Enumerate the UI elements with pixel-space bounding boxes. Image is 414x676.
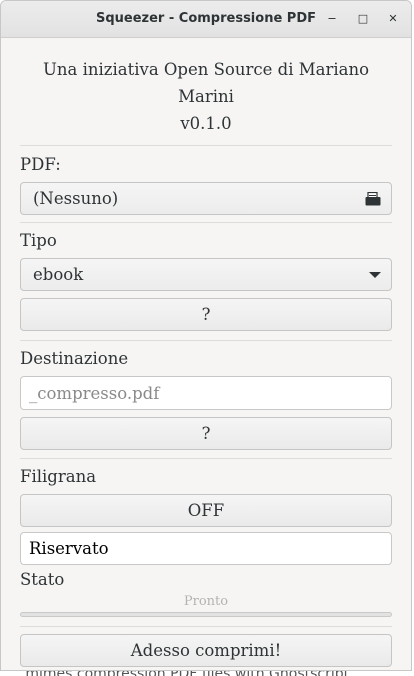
open-file-icon bbox=[365, 183, 381, 214]
version-text: v0.1.0 bbox=[180, 114, 232, 133]
main-content: Una iniziativa Open Source di Mariano Ma… bbox=[1, 38, 411, 670]
filigrana-text-input[interactable]: Riservato bbox=[20, 532, 392, 565]
tipo-selected-value: ebook bbox=[33, 265, 84, 284]
destinazione-help-button[interactable]: ? bbox=[20, 417, 392, 450]
pdf-file-chooser[interactable]: (Nessuno) bbox=[20, 182, 392, 215]
maximize-icon: □ bbox=[357, 12, 369, 25]
destinazione-placeholder: _compresso.pdf bbox=[29, 384, 160, 403]
filigrana-text-value: Riservato bbox=[29, 539, 109, 558]
separator bbox=[20, 145, 392, 146]
chevron-down-icon bbox=[369, 259, 381, 290]
progress-bar bbox=[20, 612, 392, 617]
maximize-button[interactable]: □ bbox=[354, 10, 372, 28]
tipo-dropdown[interactable]: ebook bbox=[20, 258, 392, 291]
header: Una iniziativa Open Source di Mariano Ma… bbox=[20, 56, 392, 137]
compress-button[interactable]: Adesso comprimi! bbox=[20, 634, 392, 667]
window-title: Squeezer - Compressione PDF bbox=[95, 11, 316, 26]
close-icon: ✕ bbox=[388, 12, 398, 25]
credits-text: Una iniziativa Open Source di Mariano Ma… bbox=[42, 60, 370, 106]
destinazione-label: Destinazione bbox=[20, 349, 129, 368]
filigrana-label: Filigrana bbox=[20, 467, 97, 486]
status-text: Pronto bbox=[183, 594, 229, 609]
title-bar[interactable]: Squeezer - Compressione PDF ‒ □ ✕ bbox=[1, 1, 411, 38]
stato-label: Stato bbox=[20, 570, 65, 589]
app-window: Squeezer - Compressione PDF ‒ □ ✕ Una in… bbox=[0, 0, 412, 671]
filigrana-toggle-button[interactable]: OFF bbox=[20, 494, 392, 527]
destinazione-input[interactable]: _compresso.pdf bbox=[20, 376, 392, 410]
separator bbox=[20, 626, 392, 627]
close-button[interactable]: ✕ bbox=[384, 10, 402, 28]
minimize-button[interactable]: ‒ bbox=[323, 10, 341, 28]
tipo-help-button[interactable]: ? bbox=[20, 298, 392, 331]
minimize-icon: ‒ bbox=[327, 11, 337, 26]
pdf-file-value: (Nessuno) bbox=[33, 189, 119, 208]
pdf-label: PDF: bbox=[20, 155, 61, 174]
tipo-label: Tipo bbox=[20, 231, 57, 250]
